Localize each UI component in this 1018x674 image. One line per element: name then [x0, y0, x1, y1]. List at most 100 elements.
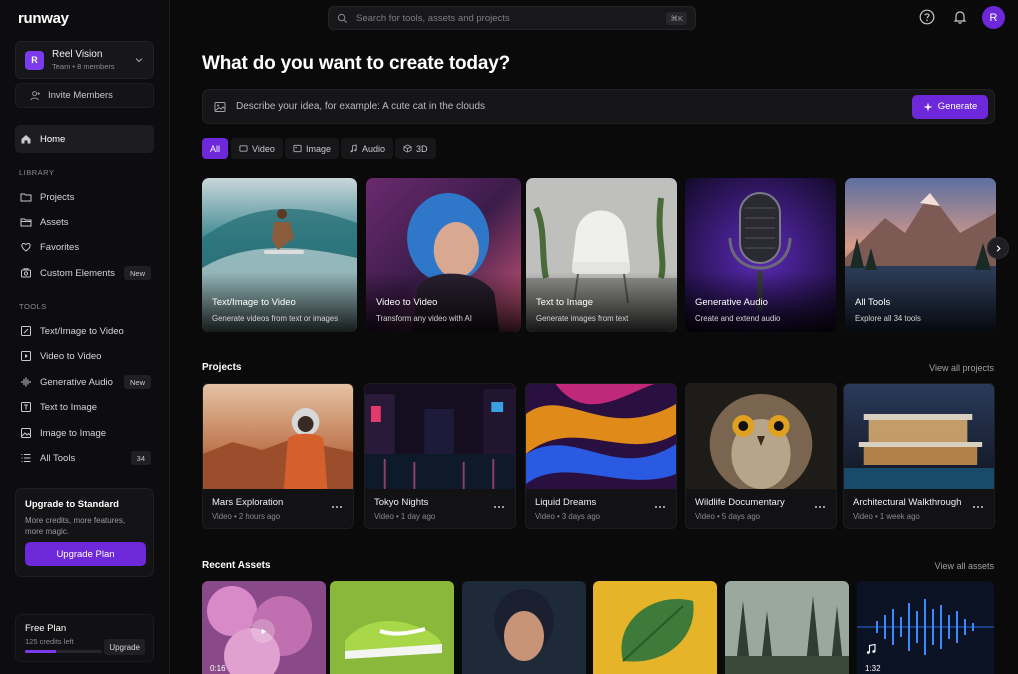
video-edit-icon [20, 325, 32, 337]
more-options-icon[interactable] [653, 502, 667, 512]
sidebar-item-label: Projects [40, 191, 75, 203]
green-sneaker-image [330, 581, 454, 674]
filter-image[interactable]: Image [285, 138, 340, 159]
filter-video[interactable]: Video [231, 138, 283, 159]
runway-logo[interactable]: runway [18, 10, 69, 27]
sidebar-item-image-to-image[interactable]: Image to Image [15, 421, 154, 445]
asset-card[interactable]: 0:16 [202, 581, 326, 674]
project-meta: Video • 5 days ago [695, 512, 761, 521]
upgrade-description: More credits, more features, more magic. [25, 516, 126, 536]
generate-button[interactable]: Generate [912, 94, 988, 119]
library-section-label: LIBRARY [19, 168, 55, 177]
invite-label: Invite Members [48, 90, 113, 101]
project-title: Tokyo Nights [374, 497, 429, 508]
asset-card[interactable] [330, 581, 454, 674]
image-icon [20, 427, 32, 439]
tool-description: Generate images from text [536, 314, 629, 323]
music-note-icon [349, 144, 358, 153]
sidebar-item-label: Custom Elements [40, 267, 115, 279]
search-input[interactable]: Search for tools, assets and projects [356, 13, 666, 24]
upgrade-title: Upgrade to Standard [25, 499, 119, 510]
plan-card: Free Plan 125 credits left Upgrade [15, 614, 154, 662]
team-members: Team • 8 members [52, 62, 115, 71]
carousel-next-button[interactable] [987, 237, 1009, 259]
filter-3d[interactable]: 3D [395, 138, 436, 159]
liquid-swirl-image [526, 384, 676, 489]
team-name: Reel Vision [52, 49, 103, 60]
recent-assets-section-title: Recent Assets [202, 560, 271, 571]
upgrade-plan-button[interactable]: Upgrade Plan [25, 542, 146, 566]
asset-card[interactable] [462, 581, 586, 674]
chevron-down-icon [134, 55, 144, 65]
project-meta: Video • 2 hours ago [212, 512, 281, 521]
project-card[interactable]: Architectural Walkthrough Video • 1 week… [843, 383, 995, 529]
sidebar-item-assets[interactable]: Assets [15, 210, 154, 234]
project-card[interactable]: Wildlife Documentary Video • 5 days ago [685, 383, 837, 529]
sidebar-item-custom-elements[interactable]: Custom Elements New [15, 261, 154, 285]
credits-progress-bar [25, 650, 102, 653]
sidebar-item-label: Assets [40, 216, 69, 228]
tool-card-generative-audio[interactable]: Generative Audio Create and extend audio [685, 178, 836, 332]
asset-duration: 0:16 [210, 664, 226, 673]
tool-card-text-to-image[interactable]: Text to Image Generate images from text [526, 178, 677, 332]
help-icon[interactable] [919, 9, 935, 25]
filter-label: Audio [362, 143, 386, 154]
sidebar-item-label: Text/Image to Video [40, 325, 124, 337]
sidebar-item-text-image-to-video[interactable]: Text/Image to Video [15, 319, 154, 343]
project-card[interactable]: Tokyo Nights Video • 1 day ago [364, 383, 516, 529]
sidebar-item-projects[interactable]: Projects [15, 185, 154, 209]
generate-label: Generate [937, 101, 978, 112]
home-icon [20, 133, 32, 145]
astronaut-mars-image [203, 384, 353, 489]
add-user-icon [30, 90, 41, 101]
project-meta: Video • 3 days ago [535, 512, 601, 521]
project-card[interactable]: Liquid Dreams Video • 3 days ago [525, 383, 677, 529]
upgrade-button[interactable]: Upgrade [104, 639, 145, 655]
sidebar-item-label: Generative Audio [40, 376, 113, 388]
more-options-icon[interactable] [330, 502, 344, 512]
view-all-assets-link[interactable]: View all assets [935, 561, 994, 571]
filter-audio[interactable]: Audio [341, 138, 394, 159]
asset-card[interactable] [593, 581, 717, 674]
view-all-projects-link[interactable]: View all projects [929, 363, 994, 373]
sidebar-item-favorites[interactable]: Favorites [15, 235, 154, 259]
more-options-icon[interactable] [971, 502, 985, 512]
sidebar-item-label: Home [40, 133, 66, 145]
tool-title: All Tools [855, 297, 891, 308]
owl-image [686, 384, 836, 489]
more-options-icon[interactable] [813, 502, 827, 512]
sidebar-item-generative-audio[interactable]: Generative Audio New [15, 370, 154, 394]
asset-card[interactable] [725, 581, 849, 674]
tool-description: Create and extend audio [695, 314, 781, 323]
play-button[interactable] [251, 619, 275, 643]
sidebar-item-text-to-image[interactable]: Text to Image [15, 395, 154, 419]
tool-card-video-to-video[interactable]: Video to Video Transform any video with … [366, 178, 521, 332]
new-badge: New [123, 266, 151, 280]
tool-card-all-tools[interactable]: All Tools Explore all 34 tools [845, 178, 996, 332]
prompt-bar: Generate [202, 89, 995, 124]
tool-card-text-image-to-video[interactable]: Text/Image to Video Generate videos from… [202, 178, 357, 332]
team-switcher[interactable]: R Reel Vision Team • 8 members [15, 41, 154, 79]
image-upload-icon[interactable] [214, 101, 226, 113]
tool-title: Text/Image to Video [212, 297, 296, 308]
sidebar-item-home[interactable]: Home [15, 125, 154, 153]
project-title: Mars Exploration [212, 497, 284, 508]
user-avatar[interactable]: R [982, 6, 1005, 29]
more-options-icon[interactable] [492, 502, 506, 512]
bell-icon[interactable] [952, 9, 968, 25]
sidebar-item-video-to-video[interactable]: Video to Video [15, 344, 154, 368]
music-note-icon [865, 643, 877, 655]
prompt-input[interactable] [236, 101, 912, 112]
filter-all[interactable]: All [202, 138, 229, 159]
project-meta: Video • 1 day ago [374, 512, 436, 521]
sidebar-item-all-tools[interactable]: All Tools 34 [15, 446, 154, 470]
sidebar-item-label: Text to Image [40, 401, 98, 413]
play-icon [259, 627, 268, 636]
global-search[interactable]: Search for tools, assets and projects ⌘K [328, 6, 696, 30]
project-card[interactable]: Mars Exploration Video • 2 hours ago [202, 383, 354, 529]
monstera-leaf-image [593, 581, 717, 674]
sidebar-item-label: All Tools [40, 452, 76, 464]
invite-members-button[interactable]: Invite Members [15, 83, 154, 108]
video-icon [239, 144, 248, 153]
asset-card[interactable]: 1:32 [857, 581, 994, 674]
